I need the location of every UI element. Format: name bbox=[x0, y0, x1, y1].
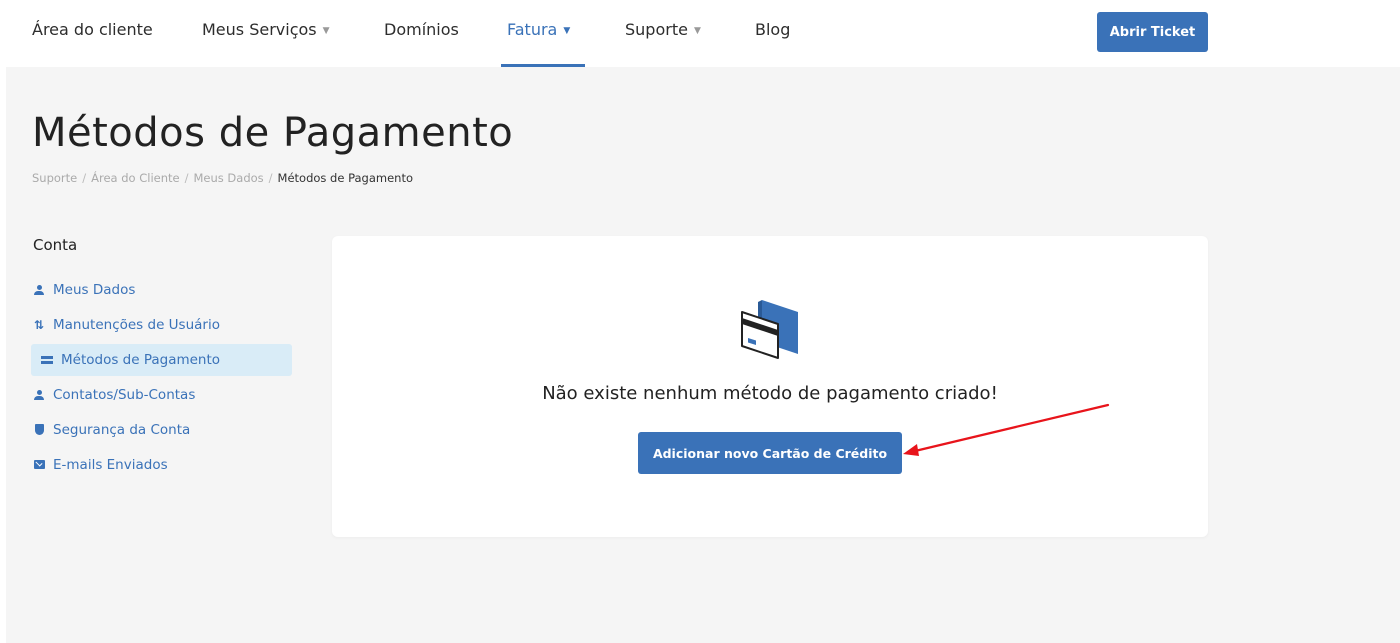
sidebar-item-label: Contatos/Sub-Contas bbox=[53, 387, 196, 403]
nav-label: Blog bbox=[755, 20, 791, 39]
top-navbar: Área do cliente Meus Serviços ▼ Domínios … bbox=[0, 0, 1400, 67]
sidebar-heading: Conta bbox=[33, 236, 78, 254]
sidebar-item-meus-dados[interactable]: Meus Dados bbox=[32, 274, 293, 306]
sidebar-item-label: E-mails Enviados bbox=[53, 457, 168, 473]
credit-cards-illustration-icon bbox=[741, 300, 798, 359]
nav-label: Fatura bbox=[507, 20, 558, 39]
sidebar-item-label: Segurança da Conta bbox=[53, 422, 191, 438]
chevron-down-icon: ▼ bbox=[563, 26, 571, 36]
nav-suporte[interactable]: Suporte ▼ bbox=[625, 20, 701, 39]
nav-area-do-cliente[interactable]: Área do cliente bbox=[32, 20, 153, 39]
sort-arrows-icon: ⇅ bbox=[33, 318, 45, 332]
sidebar-item-e-mails-enviados[interactable]: E-mails Enviados bbox=[32, 449, 293, 481]
nav-label: Suporte bbox=[625, 20, 688, 39]
breadcrumb-separator: / bbox=[184, 171, 189, 185]
breadcrumb-item-suporte[interactable]: Suporte bbox=[32, 171, 77, 185]
sidebar-item-manutencoes-de-usuario[interactable]: ⇅ Manutenções de Usuário bbox=[32, 309, 293, 341]
breadcrumb: Suporte / Área do Cliente / Meus Dados / Métod… bbox=[32, 171, 413, 185]
sidebar-item-seguranca-da-conta[interactable]: Segurança da Conta bbox=[32, 414, 293, 446]
user-icon bbox=[32, 380, 46, 412]
add-credit-card-button[interactable]: Adicionar novo Cartão de Crédito bbox=[638, 432, 902, 474]
breadcrumb-separator: / bbox=[82, 171, 87, 185]
breadcrumb-separator: / bbox=[268, 171, 273, 185]
nav-label: Domínios bbox=[384, 20, 459, 39]
breadcrumb-item-area-do-cliente[interactable]: Área do Cliente bbox=[91, 171, 179, 185]
breadcrumb-item-meus-dados[interactable]: Meus Dados bbox=[193, 171, 263, 185]
nav-fatura[interactable]: Fatura ▼ bbox=[507, 20, 570, 39]
shield-icon bbox=[32, 415, 46, 447]
nav-meus-servicos[interactable]: Meus Serviços ▼ bbox=[202, 20, 330, 39]
credit-card-icon bbox=[40, 345, 54, 377]
chevron-down-icon: ▼ bbox=[322, 26, 330, 36]
breadcrumb-current: Métodos de Pagamento bbox=[277, 171, 414, 185]
sidebar-item-label: Manutenções de Usuário bbox=[53, 317, 220, 333]
empty-state-message: Não existe nenhum método de pagamento cr… bbox=[542, 383, 998, 404]
nav-blog[interactable]: Blog bbox=[755, 20, 790, 39]
chevron-down-icon: ▼ bbox=[693, 26, 701, 36]
nav-label: Área do cliente bbox=[32, 20, 153, 39]
sidebar-item-metodos-de-pagamento[interactable]: Métodos de Pagamento bbox=[31, 344, 292, 376]
sidebar-item-contatos-sub-contas[interactable]: Contatos/Sub-Contas bbox=[32, 379, 293, 411]
nav-label: Meus Serviços bbox=[202, 20, 317, 39]
open-ticket-button[interactable]: Abrir Ticket bbox=[1097, 12, 1208, 52]
nav-dominios[interactable]: Domínios bbox=[384, 20, 459, 39]
sidebar-item-label: Meus Dados bbox=[53, 282, 136, 298]
envelope-icon bbox=[32, 450, 46, 482]
sidebar-item-label: Métodos de Pagamento bbox=[61, 352, 221, 368]
user-icon bbox=[32, 275, 46, 307]
page-title: Métodos de Pagamento bbox=[32, 110, 514, 156]
